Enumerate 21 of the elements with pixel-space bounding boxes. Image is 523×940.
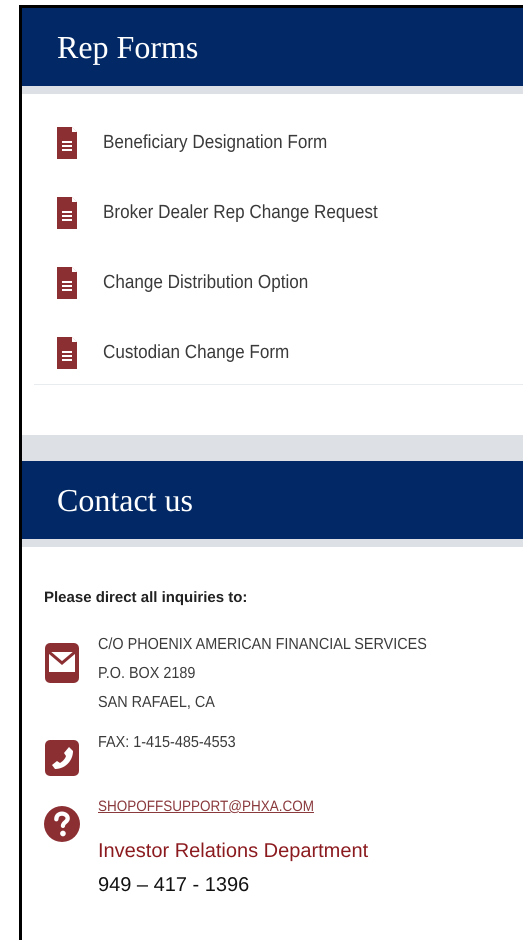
intro-text: Please direct all inquiries to:: [44, 589, 248, 606]
contact-text: FAX: 1-415-485-4553: [98, 734, 236, 752]
contact-text: P.O. BOX 2189: [98, 665, 196, 683]
phone-number: 949 – 417 - 1396: [98, 874, 250, 897]
document-icon: [56, 336, 78, 370]
department-name: Investor Relations Department: [98, 840, 368, 863]
form-link[interactable]: Broker Dealer Rep Change Request: [103, 202, 378, 224]
contact-text: C/O PHOENIX AMERICAN FINANCIAL SERVICES: [98, 636, 427, 654]
form-link[interactable]: Custodian Change Form: [103, 342, 290, 364]
email-link[interactable]: SHOPOFFSUPPORT@PHXA.COM: [98, 798, 342, 815]
contact-text: SAN RAFAEL, CA: [98, 694, 216, 712]
phone-icon: [45, 740, 79, 776]
form-link[interactable]: Change Distribution Option: [103, 272, 308, 294]
form-link[interactable]: Beneficiary Designation Form: [103, 132, 328, 154]
help-icon: [44, 804, 80, 844]
section-title: Rep Forms: [57, 28, 198, 66]
section-title: Contact us: [57, 482, 193, 518]
document-icon: [56, 126, 78, 160]
document-icon: [56, 266, 78, 300]
document-icon: [56, 196, 78, 230]
envelope-icon: [44, 642, 80, 684]
